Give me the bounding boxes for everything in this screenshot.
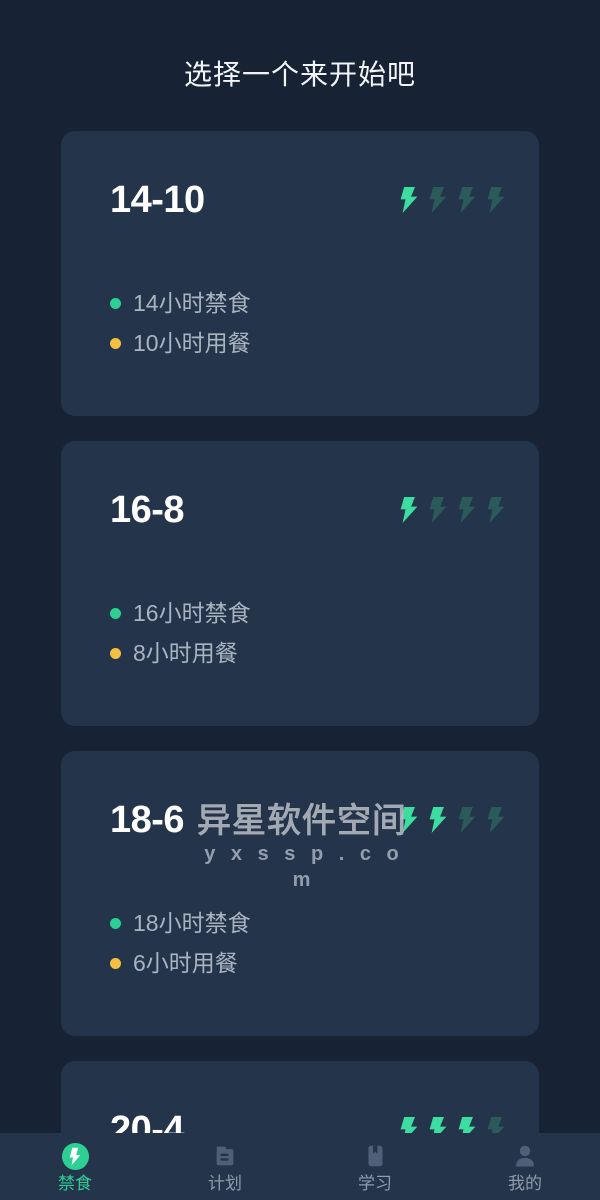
plan-name: 16-8: [110, 489, 185, 531]
plan-details: 14小时禁食 10小时用餐: [110, 286, 251, 360]
plan-detail-row: 16小时禁食: [110, 596, 251, 630]
tab-label: 我的: [508, 1174, 542, 1193]
bolt-icon-filled: [458, 1117, 476, 1133]
plan-list[interactable]: 14-10 14小时禁食 10小时用餐 16-8 16小时禁食 8小时用餐 18-6 18小时…: [0, 131, 600, 1133]
eating-dot-icon: [110, 957, 121, 969]
tab-label: 计划: [208, 1174, 242, 1193]
plan-details: 18小时禁食 6小时用餐: [110, 906, 251, 980]
intensity-meter: [400, 1117, 505, 1133]
eating-label: 6小时用餐: [133, 950, 238, 976]
bookmark-icon: [360, 1141, 390, 1171]
bolt-icon-empty: [487, 1117, 505, 1133]
eating-dot-icon: [110, 647, 121, 659]
plan-card[interactable]: 18-6 18小时禁食 6小时用餐: [61, 751, 539, 1036]
bolt-icon-filled: [400, 497, 418, 523]
eating-label: 10小时用餐: [133, 330, 251, 356]
plan-detail-row: 6小时用餐: [110, 946, 251, 980]
tab-person[interactable]: 我的: [450, 1133, 600, 1200]
plan-card[interactable]: 20-420小时禁食4小时用餐: [61, 1061, 539, 1133]
fasting-dot-icon: [110, 297, 121, 309]
plan-card-header: 20-4: [110, 1107, 509, 1133]
plan-details: 16小时禁食 8小时用餐: [110, 596, 251, 670]
plan-detail-row: 18小时禁食: [110, 906, 251, 940]
bolt-circle-icon: [60, 1141, 90, 1171]
fasting-label: 14小时禁食: [133, 290, 251, 316]
app-screen: 选择一个来开始吧 14-10 14小时禁食 10小时用餐 16-8 16小时禁食 8小时用…: [0, 0, 600, 1200]
plan-name: 14-10: [110, 179, 205, 221]
tab-label: 禁食: [58, 1174, 92, 1193]
tab-document[interactable]: 计划: [150, 1133, 300, 1200]
person-icon: [510, 1141, 540, 1171]
plan-card[interactable]: 14-10 14小时禁食 10小时用餐: [61, 131, 539, 416]
plan-card-header: 18-6: [110, 797, 509, 843]
bolt-icon-filled: [400, 187, 418, 213]
plan-detail-row: 8小时用餐: [110, 636, 251, 670]
intensity-meter: [400, 807, 505, 833]
bolt-icon-filled: [429, 1117, 447, 1133]
plan-detail-row: 14小时禁食: [110, 286, 251, 320]
tab-bookmark[interactable]: 学习: [300, 1133, 450, 1200]
tab-bolt-circle[interactable]: 禁食: [0, 1133, 150, 1200]
bolt-icon-empty: [458, 187, 476, 213]
tab-label: 学习: [358, 1174, 392, 1193]
bolt-icon-empty: [429, 497, 447, 523]
bolt-icon-empty: [429, 187, 447, 213]
bolt-icon-filled: [400, 807, 418, 833]
page-title: 选择一个来开始吧: [183, 59, 416, 90]
bolt-icon-filled: [429, 807, 447, 833]
plan-detail-row: 10小时用餐: [110, 326, 251, 360]
bolt-icon-filled: [400, 1117, 418, 1133]
document-icon: [210, 1141, 240, 1171]
plan-name: 18-6: [110, 799, 185, 841]
eating-label: 8小时用餐: [133, 640, 238, 666]
intensity-meter: [400, 187, 505, 213]
plan-card-header: 14-10: [110, 177, 509, 223]
fasting-dot-icon: [110, 607, 121, 619]
plan-card[interactable]: 16-8 16小时禁食 8小时用餐: [61, 441, 539, 726]
bolt-icon-empty: [487, 497, 505, 523]
fasting-label: 16小时禁食: [133, 600, 251, 626]
bolt-icon-empty: [487, 807, 505, 833]
bolt-icon-empty: [487, 187, 505, 213]
intensity-meter: [400, 497, 505, 523]
bottom-tab-bar: 禁食 计划 学习 我的: [0, 1133, 600, 1200]
plan-card-header: 16-8: [110, 487, 509, 533]
fasting-dot-icon: [110, 917, 121, 929]
bolt-icon-empty: [458, 497, 476, 523]
eating-dot-icon: [110, 337, 121, 349]
bolt-icon-empty: [458, 807, 476, 833]
plan-name: 20-4: [110, 1109, 185, 1133]
fasting-label: 18小时禁食: [133, 910, 251, 936]
